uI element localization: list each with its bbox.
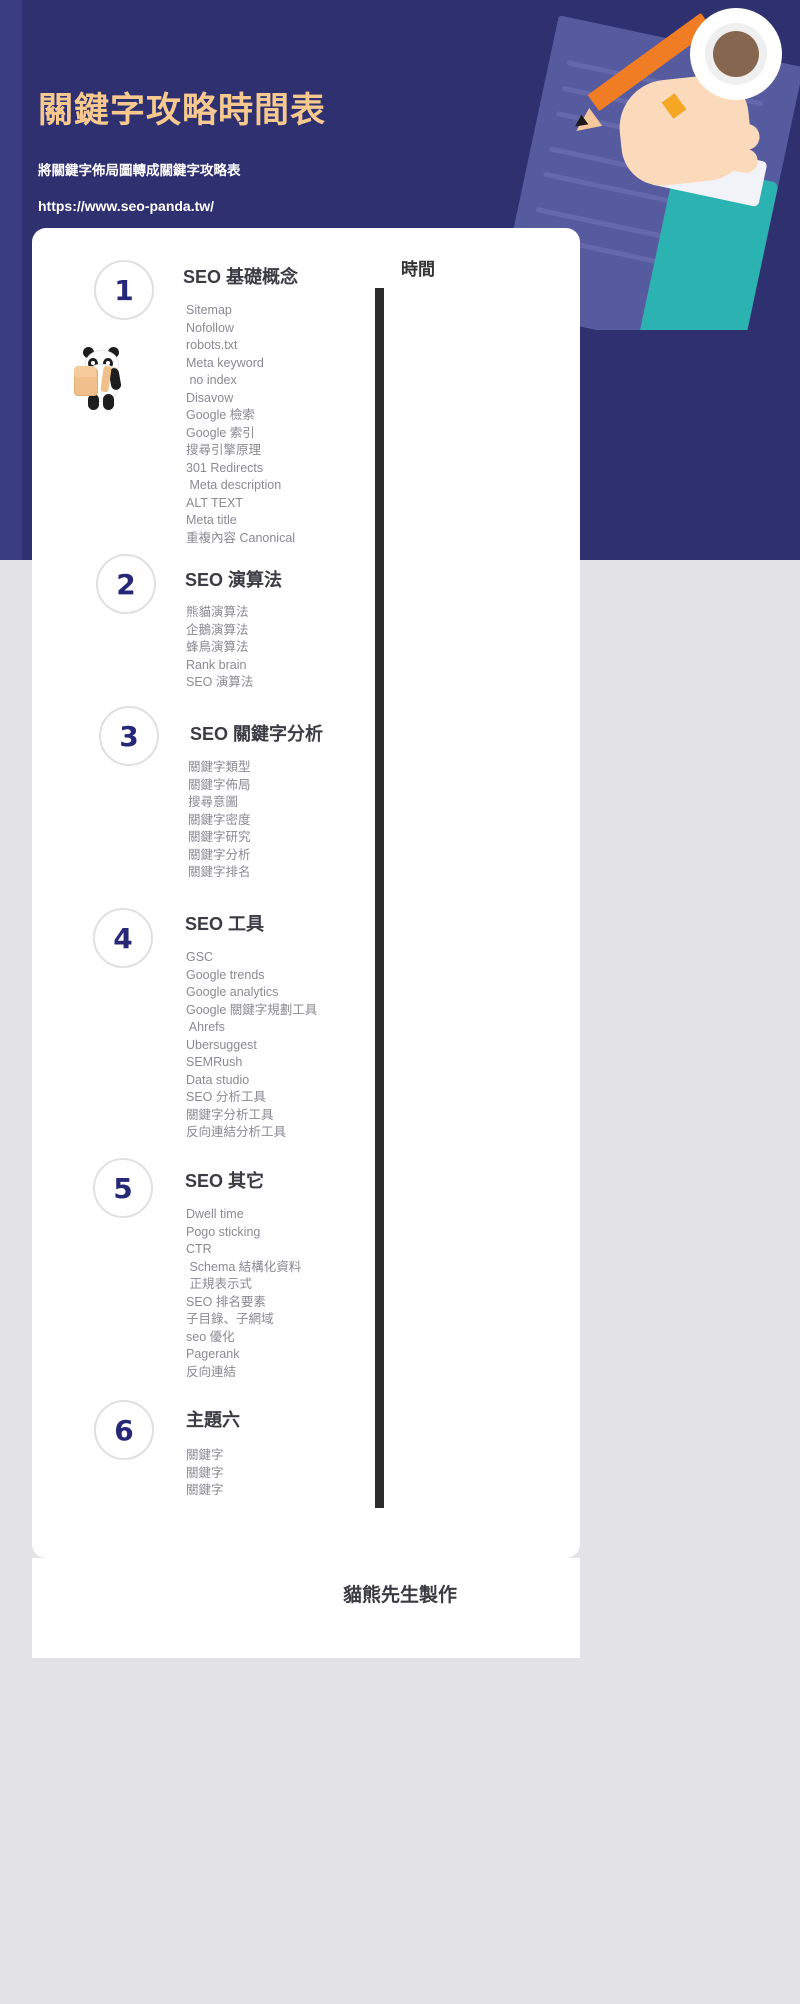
timeline-bar	[375, 288, 384, 1508]
list-item: Sitemap	[186, 303, 232, 317]
list-item: Meta title	[186, 513, 237, 527]
list-item: 熊貓演算法	[186, 605, 249, 619]
section-list-4: GSC Google trends Google analytics Googl…	[186, 949, 317, 1142]
list-item: Dwell time	[186, 1207, 244, 1221]
list-item: 反向連結分析工具	[186, 1125, 287, 1139]
section-number-4: 4	[93, 908, 153, 968]
coffee-liquid	[713, 31, 759, 77]
page-subtitle: 將關鍵字佈局圖轉成關鍵字攻略表	[38, 163, 241, 178]
section-title-5: SEO 其它	[185, 1171, 265, 1191]
list-item: Nofollow	[186, 320, 234, 335]
list-item: Google 索引	[186, 425, 255, 440]
list-item: SEO 分析工具	[186, 1090, 266, 1104]
list-item: Pogo sticking	[186, 1224, 261, 1239]
panda-mascot-icon	[72, 346, 134, 414]
list-item: 子目錄、子網域	[186, 1312, 274, 1326]
list-item: Meta description	[186, 478, 282, 492]
list-item: 企鵝演算法	[186, 622, 249, 637]
section-number-5: 5	[93, 1158, 153, 1218]
list-item: Ahrefs	[186, 1020, 225, 1034]
list-item: Schema 結構化資料	[186, 1259, 302, 1274]
list-item: Google 關鍵字規劃工具	[186, 1002, 318, 1017]
section-number-6: 6	[94, 1400, 154, 1460]
section-title-2: SEO 演算法	[185, 570, 283, 590]
section-list-6: 關鍵字 關鍵字 關鍵字	[186, 1447, 224, 1500]
section-number-2: 2	[96, 554, 156, 614]
list-item: 301 Redirects	[186, 460, 264, 475]
section-title-3: SEO 關鍵字分析	[190, 724, 324, 744]
list-item: Google trends	[186, 967, 265, 982]
list-item: 正規表示式	[186, 1277, 252, 1291]
section-title-1: SEO 基礎概念	[183, 267, 299, 287]
list-item: Google 檢索	[186, 408, 255, 422]
list-item: Ubersuggest	[186, 1037, 257, 1052]
list-item: ALT TEXT	[186, 495, 243, 510]
list-item: 關鍵字類型	[188, 760, 251, 774]
list-item: 蜂鳥演算法	[186, 640, 249, 654]
list-item: Pagerank	[186, 1347, 240, 1361]
section-list-3: 關鍵字類型 關鍵字佈局 搜尋意圖 關鍵字密度 關鍵字研究 關鍵字分析 關鍵字排名	[188, 759, 251, 882]
list-item: 搜尋引擎原理	[186, 443, 262, 457]
list-item: 反向連結	[186, 1364, 237, 1379]
list-item: seo 優化	[186, 1329, 235, 1344]
list-item: Disavow	[186, 390, 234, 405]
content-card-footer	[32, 1558, 580, 1658]
list-item: 搜尋意圖	[188, 795, 239, 809]
list-item: 關鍵字排名	[188, 865, 251, 879]
content-card	[32, 228, 580, 1558]
list-item: 關鍵字密度	[188, 812, 251, 827]
list-item: 關鍵字	[186, 1483, 224, 1497]
list-item: Meta keyword	[186, 355, 264, 370]
section-title-4: SEO 工具	[185, 914, 265, 934]
section-list-1: Sitemap Nofollow robots.txt Meta keyword…	[186, 302, 295, 547]
timeline-column-header: 時間	[401, 260, 435, 279]
list-item: 關鍵字分析	[188, 847, 251, 862]
list-item: Data studio	[186, 1072, 250, 1087]
list-item: 關鍵字研究	[188, 830, 251, 844]
list-item: SEMRush	[186, 1055, 243, 1069]
list-item: 關鍵字分析工具	[186, 1107, 274, 1122]
list-item: GSC	[186, 950, 214, 964]
list-item: SEO 演算法	[186, 675, 254, 689]
list-item: CTR	[186, 1242, 212, 1256]
section-number-3: 3	[99, 706, 159, 766]
section-number-1: 1	[94, 260, 154, 320]
list-item: 重複內容 Canonical	[186, 530, 296, 545]
section-title-6: 主題六	[186, 1410, 240, 1430]
site-url[interactable]: https://www.seo-panda.tw/	[38, 198, 214, 214]
list-item: Rank brain	[186, 657, 247, 672]
list-item: robots.txt	[186, 338, 238, 352]
list-item: 關鍵字佈局	[188, 777, 251, 792]
page-title: 關鍵字攻略時間表	[38, 91, 327, 130]
section-list-2: 熊貓演算法 企鵝演算法 蜂鳥演算法 Rank brain SEO 演算法	[186, 604, 253, 692]
list-item: no index	[186, 373, 237, 387]
footer-credit: 貓熊先生製作	[342, 1585, 457, 1606]
list-item: Google analytics	[186, 985, 279, 999]
left-accent-strip	[0, 0, 22, 560]
list-item: 關鍵字	[186, 1465, 224, 1480]
list-item: 關鍵字	[186, 1448, 224, 1462]
section-list-5: Dwell time Pogo sticking CTR Schema 結構化資…	[186, 1206, 301, 1381]
list-item: SEO 排名要素	[186, 1294, 266, 1309]
